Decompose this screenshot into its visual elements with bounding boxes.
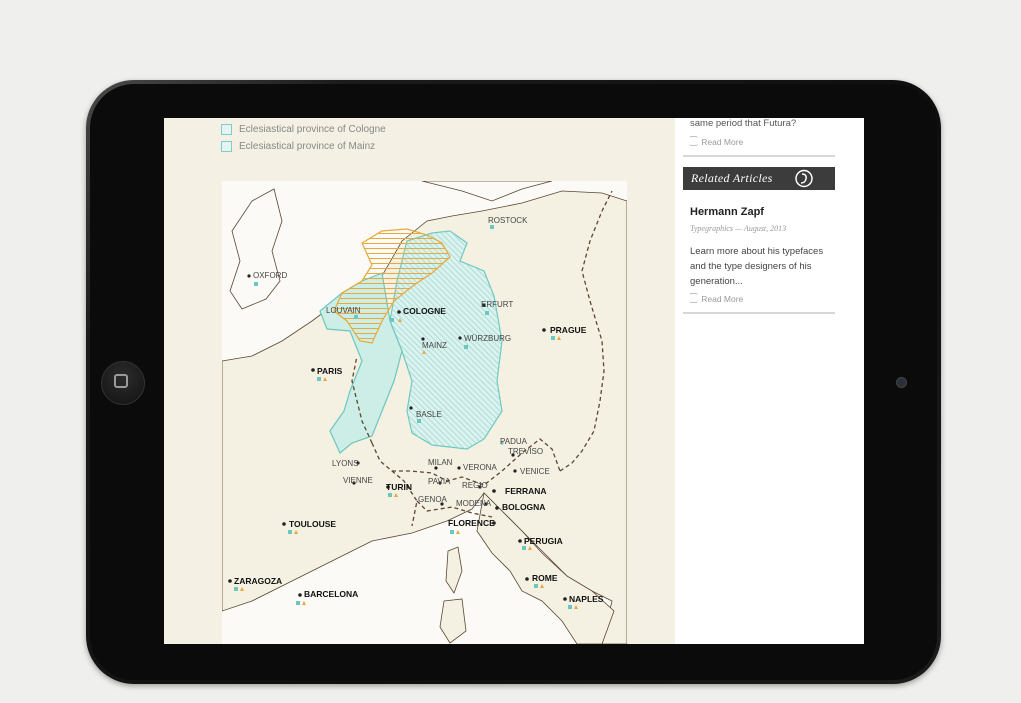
home-square-icon: [114, 374, 128, 388]
city-vienne: VIENNE: [343, 476, 373, 485]
city-padua: PADUA: [500, 437, 527, 446]
city-rome: ROME: [532, 573, 558, 583]
city-lyons: LYONS: [332, 459, 359, 468]
related-article-meta: Typegraphics — August, 2013: [690, 224, 787, 233]
city-turin: TURIN: [386, 482, 412, 492]
divider: [683, 312, 835, 314]
city-ferrana: FERRANA: [505, 486, 547, 496]
city-toulouse: TOULOUSE: [289, 519, 337, 529]
city-zaragoza: ZARAGOZA: [234, 576, 283, 586]
city-rostock: ROSTOCK: [488, 216, 528, 225]
legend-label-cologne: Eclesiastical province of Cologne: [239, 124, 386, 135]
map-column: Eclesiastical province of Cologne Eclesi…: [164, 118, 675, 644]
city-naples: NAPLES: [569, 594, 604, 604]
city-venice: VENICE: [520, 467, 550, 476]
city-regio: REGIO: [462, 481, 488, 490]
city-genoa: GENOA: [418, 495, 447, 504]
city-florence: FLORENCE: [448, 518, 495, 528]
city-prague: PRAGUE: [550, 325, 587, 335]
related-articles-title: Related Articles: [691, 171, 773, 185]
city-milan: MILAN: [428, 458, 453, 467]
related-articles-bar: Related Articles: [683, 167, 835, 190]
related-article-title[interactable]: Hermann Zapf: [690, 206, 764, 218]
city-pavia: PAVIA: [428, 477, 451, 486]
arrow-icon: ⁐: [690, 136, 698, 146]
city-mainz: MAINZ: [422, 341, 447, 350]
sidebar: same period that Futura? ⁐ Read More Rel…: [683, 118, 835, 644]
related-article-excerpt: Learn more about his typefaces and the t…: [690, 246, 824, 287]
related-read-more-link[interactable]: ⁐ Read More: [690, 293, 743, 304]
city-oxford: OXFORD: [253, 271, 288, 280]
city-verona: VERONA: [463, 463, 497, 472]
city-basle: BASLE: [416, 410, 442, 419]
city-erfurt: ERFURT: [481, 300, 514, 309]
legend-label-mainz: Eclesiastical province of Mainz: [239, 141, 376, 152]
read-more-link[interactable]: ⁐ Read More: [690, 136, 743, 147]
related-read-more-label: Read More: [701, 293, 744, 304]
legend-swatch-cologne: [221, 124, 232, 135]
legend-item-cologne: Eclesiastical province of Cologne: [221, 124, 386, 135]
tablet-screen: Eclesiastical province of Cologne Eclesi…: [164, 118, 864, 644]
city-paris: PARIS: [317, 366, 343, 376]
city-modena: MODENA: [456, 499, 492, 508]
divider: [683, 155, 835, 157]
city-cologne: COLOGNE: [403, 306, 446, 316]
city-bologna: BOLOGNA: [502, 502, 546, 512]
legend-item-mainz: Eclesiastical province of Mainz: [221, 141, 375, 152]
city-wurzburg: WÜRZBURG: [464, 334, 512, 343]
medieval-europe-map: ROSTOCK OXFORD LOUVAIN COLOGNE ERFURT PR…: [222, 181, 627, 644]
city-treviso: TREVISO: [508, 447, 544, 456]
city-louvain: LOUVAIN: [326, 306, 361, 315]
legend-swatch-mainz: [221, 141, 232, 152]
city-barcelona: BARCELONA: [304, 589, 359, 599]
related-articles-icon: [795, 169, 813, 188]
previous-teaser-text: same period that Futura?: [690, 118, 797, 129]
read-more-label: Read More: [701, 136, 744, 147]
arrow-icon: ⁐: [690, 293, 698, 303]
camera-icon: [896, 377, 907, 388]
city-perugia: PERUGIA: [524, 536, 563, 546]
